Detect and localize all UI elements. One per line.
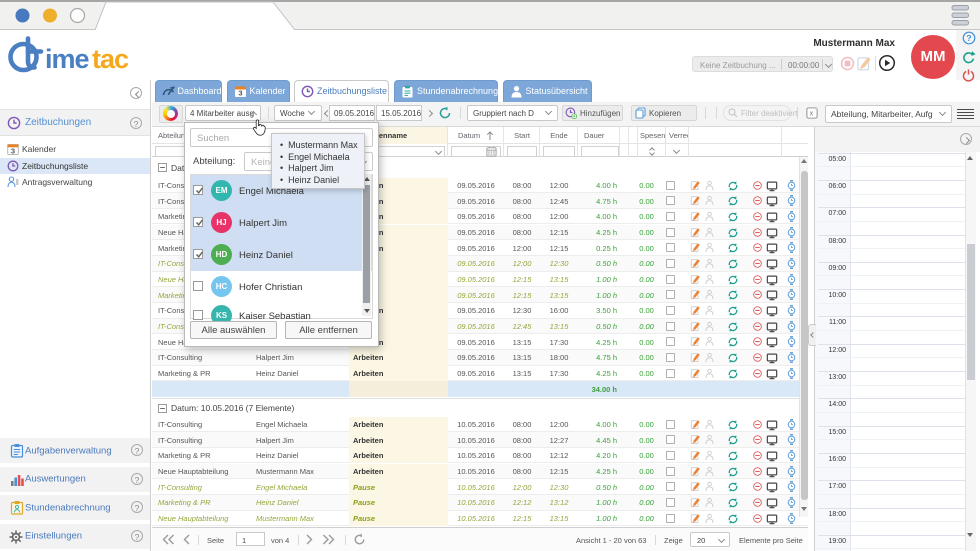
svg-text:ime: ime — [45, 44, 90, 74]
svg-text:?: ? — [966, 33, 971, 43]
svg-text:x: x — [810, 109, 814, 117]
svg-text:3: 3 — [11, 147, 15, 156]
svg-text:3: 3 — [238, 89, 242, 98]
svg-text:tac: tac — [92, 44, 129, 74]
